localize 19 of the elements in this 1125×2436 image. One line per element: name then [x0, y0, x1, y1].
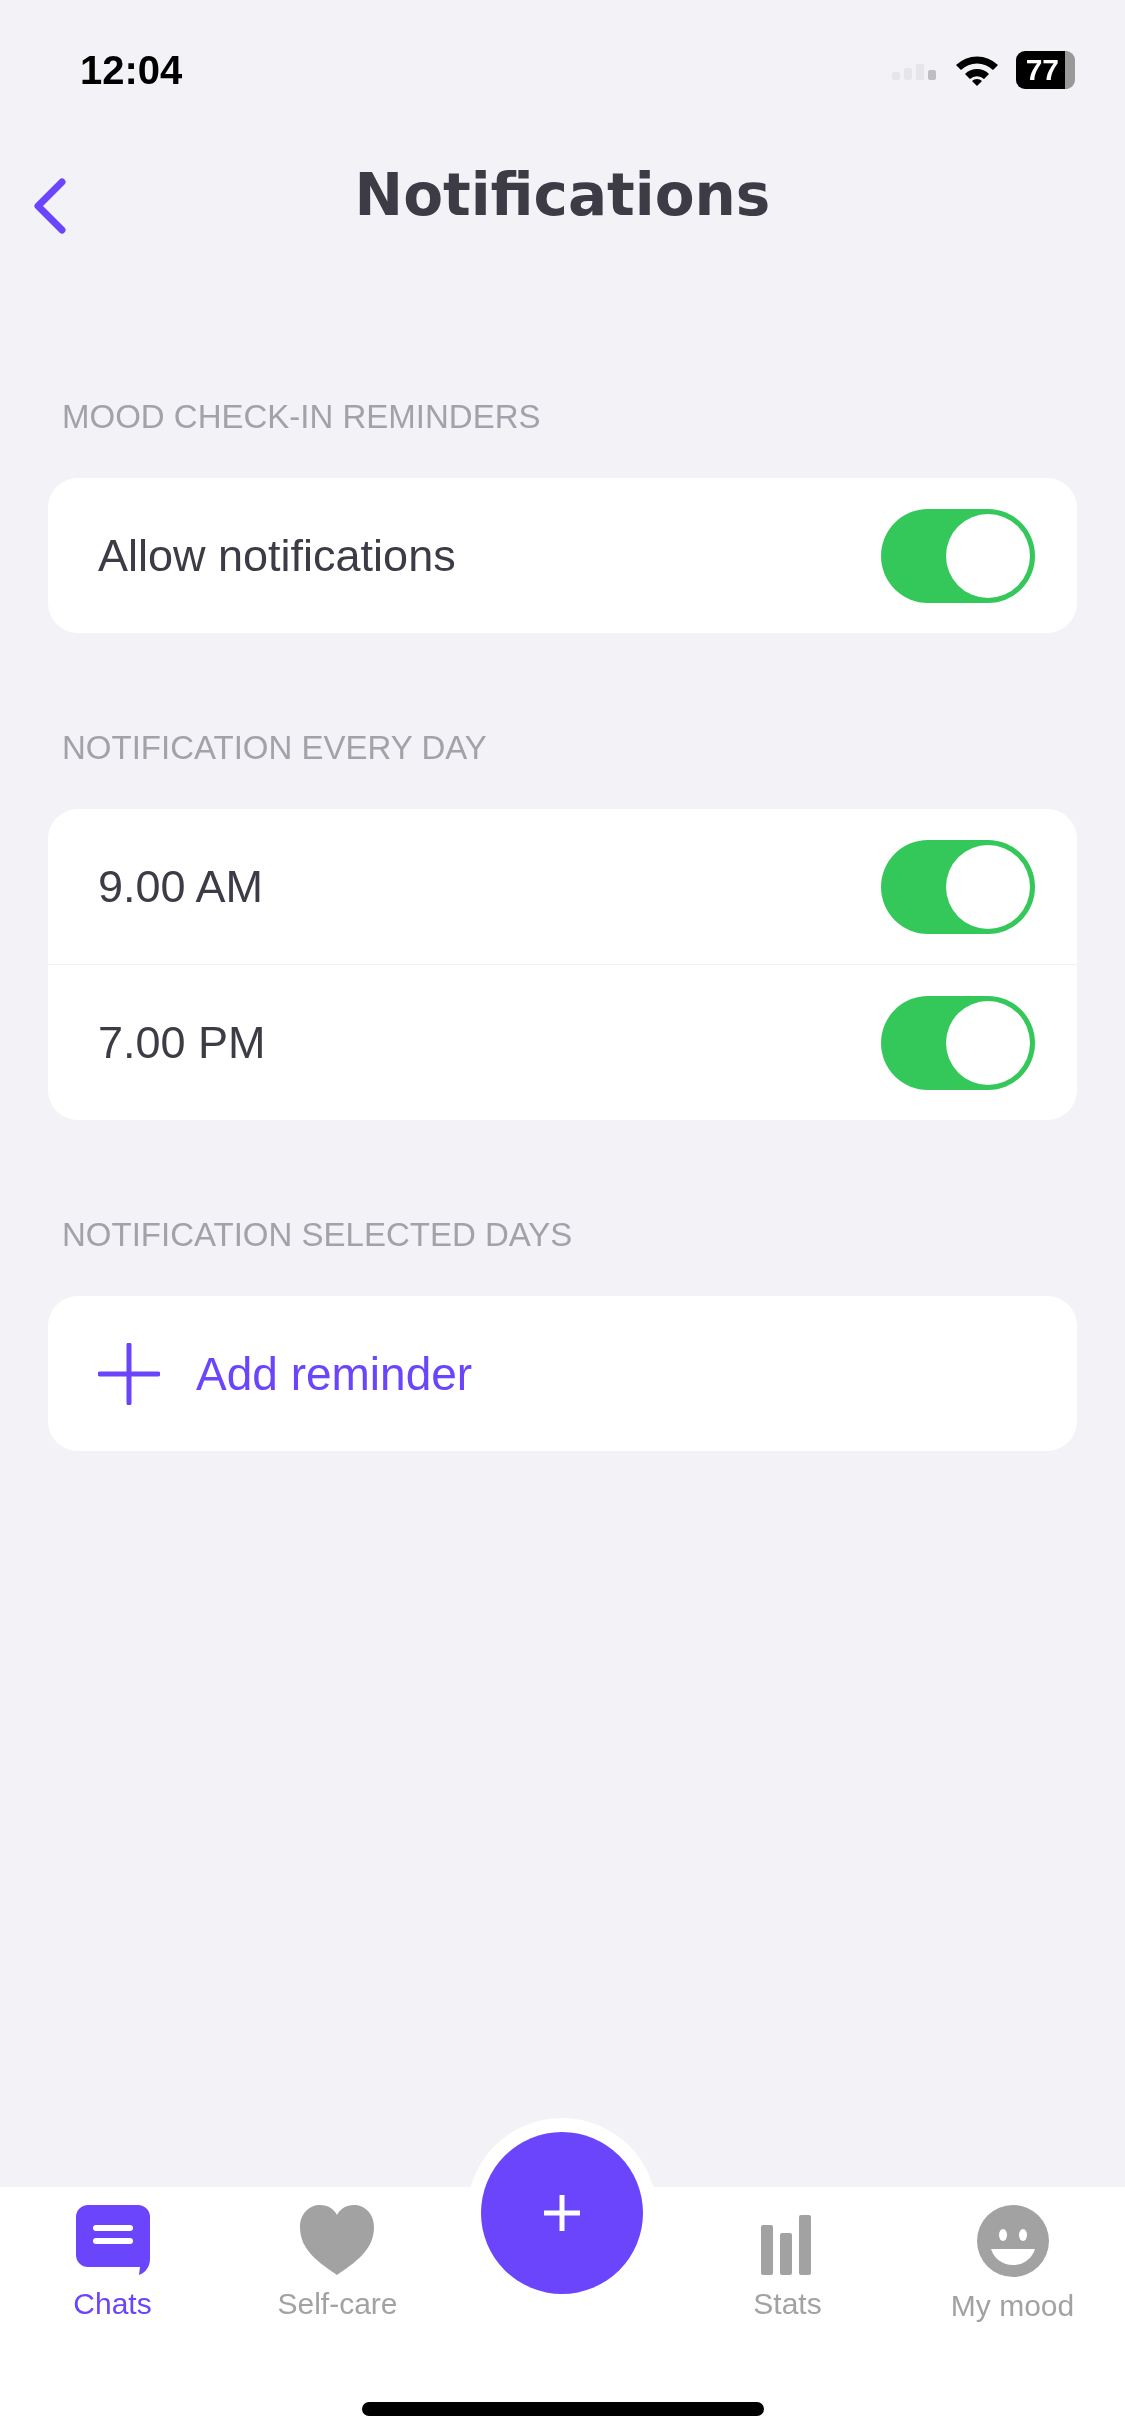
tab-item[interactable]: Chats [73, 2205, 152, 2321]
setting-label: 9.00 AM [98, 860, 264, 913]
tab-item[interactable]: Stats [753, 2205, 822, 2321]
plus-icon [542, 2193, 582, 2233]
heart-icon [300, 2205, 375, 2275]
add-reminder-button[interactable]: Add reminder [98, 1342, 473, 1405]
plus-icon [98, 1342, 160, 1405]
tab-item[interactable]: My mood [950, 2205, 1075, 2323]
battery-level: 77 [1015, 51, 1075, 89]
tab-item[interactable]: Self-care [277, 2205, 398, 2321]
setting-label: Allow notifications [98, 529, 456, 582]
status-time: 12:04 [80, 47, 183, 93]
section-header: MOOD CHECK-IN REMINDERS [61, 398, 542, 437]
chat-icon [75, 2205, 150, 2275]
setting-label: 7.00 PM [98, 1016, 266, 1069]
section-header: NOTIFICATION SELECTED DAYS [61, 1216, 574, 1255]
section-header: NOTIFICATION EVERY DAY [61, 729, 488, 768]
smiley-icon [976, 2205, 1049, 2277]
page-title: Notifications [354, 161, 771, 229]
